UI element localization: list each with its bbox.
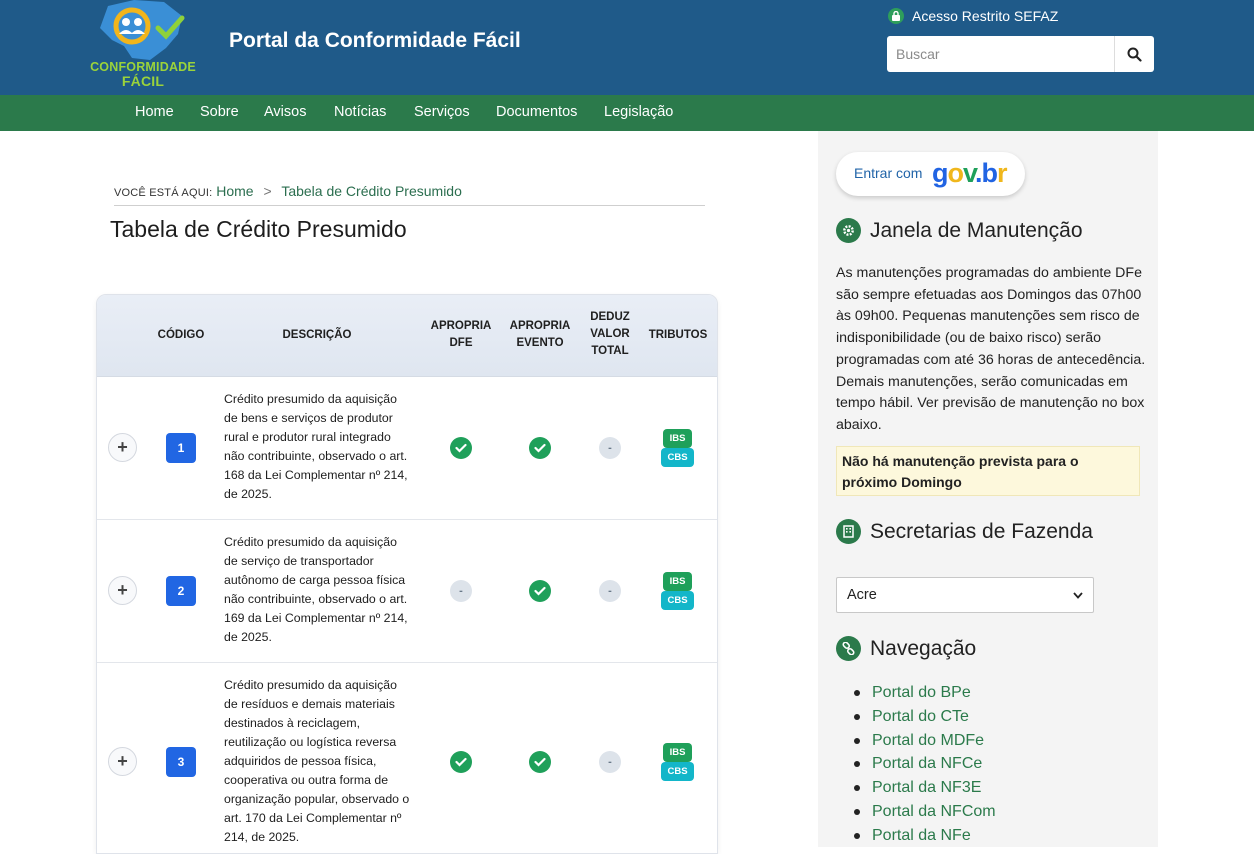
dash-icon: -	[599, 751, 621, 773]
breadcrumb: VOCÊ ESTÁ AQUI: Home > Tabela de Crédito…	[114, 183, 705, 206]
main-nav: Home Sobre Avisos Notícias Serviços Docu…	[0, 95, 1254, 131]
maintenance-note: Não há manutenção prevista para o próxim…	[836, 446, 1140, 496]
tag-ibs: IBS	[663, 429, 692, 448]
link-icon	[836, 636, 861, 661]
nav-home[interactable]: Home	[135, 104, 174, 120]
row-description: Crédito presumido da aquisição de resídu…	[224, 678, 410, 844]
header-apropria-evento: APROPRIA EVENTO	[509, 320, 571, 349]
restricted-access-label: Acesso Restrito SEFAZ	[912, 8, 1059, 24]
building-icon	[836, 519, 861, 544]
search-box	[887, 36, 1154, 72]
navegacao-list: Portal do BPe Portal do CTe Portal do MD…	[836, 681, 996, 848]
tag-ibs: IBS	[663, 572, 692, 591]
expand-row-button[interactable]: +	[108, 576, 137, 605]
header-codigo: CÓDIGO	[157, 329, 205, 341]
sidebar: Entrar com gov.br Janela de Manutenção A…	[818, 131, 1158, 847]
nav-noticias[interactable]: Notícias	[334, 104, 386, 120]
state-select-value: Acre	[847, 587, 877, 603]
breadcrumb-label: VOCÊ ESTÁ AQUI:	[114, 187, 213, 199]
nav-link-cte[interactable]: Portal do CTe	[836, 705, 996, 729]
check-icon	[450, 751, 472, 773]
header-deduz-valor-total: DEDUZ VALOR TOTAL	[590, 311, 630, 357]
gear-icon	[836, 218, 861, 243]
nav-legislacao[interactable]: Legislação	[604, 104, 673, 120]
code-badge: 1	[166, 433, 196, 463]
dash-icon: -	[450, 580, 472, 602]
maintenance-title: Janela de Manutenção	[870, 218, 1083, 242]
row-description: Crédito presumido da aquisição de serviç…	[224, 535, 408, 644]
expand-row-button[interactable]: +	[108, 433, 137, 462]
navegacao-heading: Navegação	[836, 636, 976, 661]
chevron-down-icon	[1073, 591, 1083, 599]
site-logo[interactable]: CONFORMIDADE FÁCIL	[86, 0, 200, 92]
govbr-label: Entrar com	[854, 165, 923, 181]
nav-link-nfe[interactable]: Portal da NFe	[836, 824, 996, 848]
code-badge: 2	[166, 576, 196, 606]
expand-row-button[interactable]: +	[108, 747, 137, 776]
nav-link-bpe[interactable]: Portal do BPe	[836, 681, 996, 705]
site-title[interactable]: Portal da Conformidade Fácil	[229, 29, 521, 53]
nav-documentos[interactable]: Documentos	[496, 104, 577, 120]
site-header: CONFORMIDADE FÁCIL Portal da Conformidad…	[0, 0, 1254, 95]
lock-icon	[888, 8, 904, 24]
nav-avisos[interactable]: Avisos	[264, 104, 306, 120]
check-icon	[450, 437, 472, 459]
dash-icon: -	[599, 437, 621, 459]
restricted-access-link[interactable]: Acesso Restrito SEFAZ	[888, 8, 1058, 24]
table-header: CÓDIGO DESCRIÇÃO APROPRIA DFE APROPRIA E…	[97, 295, 717, 377]
search-icon	[1127, 47, 1142, 62]
nav-servicos[interactable]: Serviços	[414, 104, 470, 120]
breadcrumb-home-link[interactable]: Home	[216, 183, 253, 199]
header-apropria-dfe: APROPRIA DFE	[430, 320, 492, 349]
govbr-login-button[interactable]: Entrar com gov.br	[836, 152, 1025, 196]
nav-link-mdfe[interactable]: Portal do MDFe	[836, 729, 996, 753]
logo-text-top: CONFORMIDADE	[90, 60, 196, 74]
tag-cbs: CBS	[661, 591, 694, 610]
table-row: + 2 Crédito presumido da aquisição de se…	[97, 520, 717, 663]
check-icon	[529, 437, 551, 459]
page-title: Tabela de Crédito Presumido	[110, 216, 407, 242]
tag-ibs: IBS	[663, 743, 692, 762]
header-tributos: TRIBUTOS	[648, 329, 708, 341]
table-row: + 1 Crédito presumido da aquisição de be…	[97, 377, 717, 520]
header-descricao: DESCRIÇÃO	[282, 329, 352, 341]
logo-map-icon	[100, 0, 185, 60]
credit-table: CÓDIGO DESCRIÇÃO APROPRIA DFE APROPRIA E…	[96, 294, 718, 854]
state-select[interactable]: Acre	[836, 577, 1094, 613]
search-button[interactable]	[1114, 36, 1154, 72]
maintenance-text: As manutenções programadas do ambiente D…	[836, 265, 1146, 433]
nav-link-nf3e[interactable]: Portal da NF3E	[836, 776, 996, 800]
check-icon	[529, 751, 551, 773]
nav-link-nfce[interactable]: Portal da NFCe	[836, 752, 996, 776]
secretarias-heading: Secretarias de Fazenda	[836, 519, 1093, 544]
code-badge: 3	[166, 747, 196, 777]
nav-link-nfcom[interactable]: Portal da NFCom	[836, 800, 996, 824]
search-input[interactable]	[887, 36, 1114, 72]
row-description: Crédito presumido da aquisição de bens e…	[224, 392, 408, 501]
breadcrumb-current[interactable]: Tabela de Crédito Presumido	[281, 183, 462, 199]
dash-icon: -	[599, 580, 621, 602]
navegacao-title: Navegação	[870, 636, 977, 660]
check-icon	[529, 580, 551, 602]
tag-cbs: CBS	[661, 448, 694, 467]
nav-sobre[interactable]: Sobre	[200, 104, 239, 120]
breadcrumb-separator: >	[263, 183, 272, 199]
secretarias-title: Secretarias de Fazenda	[870, 519, 1093, 543]
logo-text-bottom: FÁCIL	[121, 73, 165, 89]
maintenance-heading: Janela de Manutenção	[836, 218, 1083, 243]
govbr-logo: gov.br	[932, 158, 1007, 188]
tag-cbs: CBS	[661, 762, 694, 781]
table-row: + 3 Crédito presumido da aquisição de re…	[97, 663, 717, 853]
